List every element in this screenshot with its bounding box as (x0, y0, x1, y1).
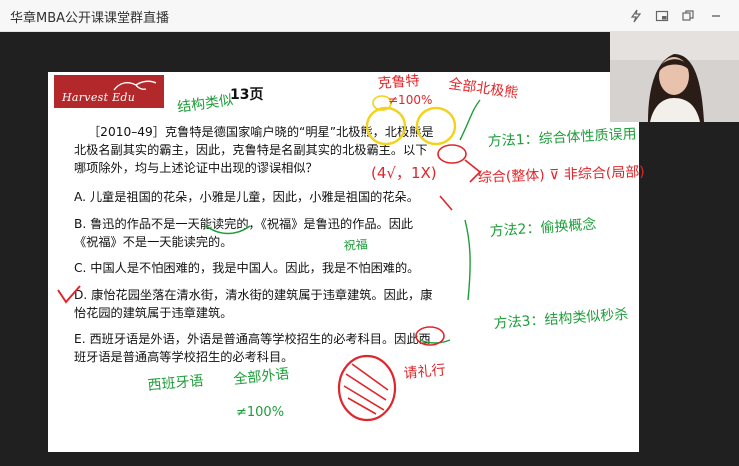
question-line: ［2010–49］克鲁特是德国家喻户晓的“明星”北极熊，北极熊是 (88, 125, 434, 139)
minimize-icon[interactable] (706, 6, 726, 26)
question-line: 北极名副其实的霸主，因此，克鲁特是名副其实的北极霸主。以下 (74, 143, 428, 157)
lecture-slide: Harvest Edu 13页 ［2010–49］克鲁特是德国家喻户晓的“明星”… (48, 72, 639, 452)
window-titlebar: 华章MBA公开课课堂群直播 (0, 0, 739, 32)
option-e-cont: 班牙语是普通高等学校招生的必考科目。 (74, 350, 294, 364)
option-b-cont: 《祝福》不是一天能读完的。 (74, 235, 233, 249)
presenter-image (610, 32, 739, 122)
window-title: 华章MBA公开课课堂群直播 (10, 11, 170, 26)
option-e: E. 西班牙语是外语，外语是普通高等学校招生的必考科目。因此西 (74, 332, 431, 346)
presenter-webcam (610, 32, 739, 122)
option-a: A. 儿童是祖国的花朵，小雅是儿童，因此，小雅是祖国的花朵。 (74, 190, 419, 204)
restore-icon[interactable] (678, 6, 698, 26)
option-d-cont: 怡花园的建筑属于违章建筑。 (74, 306, 233, 320)
logo-text: Harvest Edu (62, 91, 136, 104)
pip-icon[interactable] (652, 6, 672, 26)
lightning-icon[interactable] (626, 6, 646, 26)
page-number: 13页 (230, 87, 264, 103)
question-line: 哪项除外，均与上述论证中出现的谬误相似？ (74, 161, 318, 175)
option-b: B. 鲁迅的作品不是一天能读完的，《祝福》是鲁迅的作品。因此 (74, 217, 414, 231)
option-c: C. 中国人是不怕困难的，我是中国人。因此，我是不怕困难的。 (74, 261, 420, 275)
option-d: D. 康怡花园坐落在清水街，清水街的建筑属于违章建筑。因此，康 (74, 288, 433, 302)
harvest-edu-logo: Harvest Edu (54, 75, 164, 108)
